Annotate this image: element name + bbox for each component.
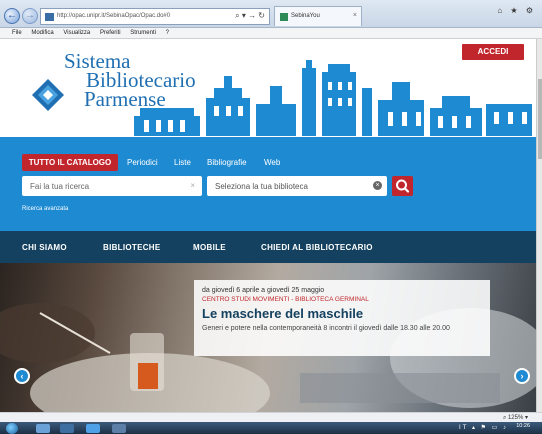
scrollbar-thumb[interactable] [538, 79, 542, 159]
tab-web[interactable]: Web [264, 158, 280, 167]
search-icon [396, 179, 410, 193]
event-title[interactable]: Le maschere del maschile [202, 306, 482, 321]
tab-tutto-il-catalogo[interactable]: TUTTO IL CATALOGO [22, 154, 118, 171]
event-card[interactable]: da giovedì 6 aprile a giovedì 25 maggio … [194, 280, 490, 356]
address-url[interactable]: http://opac.unipr.it/SebinaOpac/Opac.do#… [57, 13, 170, 19]
tab-periodici[interactable]: Periodici [127, 158, 158, 167]
vertical-scrollbar[interactable] [536, 39, 542, 413]
search-input[interactable]: Fai la tua ricerca × [22, 176, 202, 196]
browser-tab[interactable]: SebinaYou × [274, 6, 362, 26]
menu-strumenti[interactable]: Strumenti [130, 30, 156, 36]
event-organizer: CENTRO STUDI MOVIMENTI - BIBLIOTECA GERM… [202, 296, 369, 303]
windows-taskbar: IT ▴ ⚑ ▭ ♪ 10:26 [0, 422, 542, 434]
back-arrow-icon[interactable]: ← [4, 8, 20, 24]
browser-menubar: File Modifica Visualizza Preferiti Strum… [0, 28, 542, 39]
nav-mobile[interactable]: MOBILE [193, 243, 226, 252]
search-input-placeholder: Fai la tua ricerca [30, 182, 90, 191]
menu-preferiti[interactable]: Preferiti [100, 30, 121, 36]
advanced-search-link[interactable]: Ricerca avanzata [22, 206, 68, 212]
city-skyline-illustration [134, 60, 532, 136]
start-button[interactable] [6, 423, 18, 434]
event-date: da giovedì 6 aprile a giovedì 25 maggio [202, 287, 325, 294]
explorer-taskbar-icon[interactable] [36, 424, 50, 433]
library-select-placeholder: Seleziona la tua biblioteca [215, 182, 308, 191]
taskbar-clock[interactable]: 10:26 [516, 423, 530, 429]
library-select[interactable]: Seleziona la tua biblioteca × [207, 176, 387, 196]
address-controls[interactable]: ⌕ ▾ → ↻ [235, 11, 265, 21]
media-taskbar-icon[interactable] [60, 424, 74, 433]
search-button[interactable] [392, 176, 413, 196]
site-favicon-icon [45, 13, 54, 21]
menu-file[interactable]: File [12, 30, 22, 36]
nav-chiedi-al-bibliotecario[interactable]: CHIEDI AL BIBLIOTECARIO [261, 243, 373, 252]
slider-prev-icon[interactable]: ‹ [14, 368, 30, 384]
clear-library-icon[interactable]: × [373, 181, 382, 190]
tab-favicon-icon [280, 13, 288, 21]
main-navigation: CHI SIAMO BIBLIOTECHE MOBILE CHIEDI AL B… [0, 231, 536, 263]
event-description: Generi e potere nella contemporaneità 8 … [202, 325, 450, 332]
tab-title: SebinaYou [291, 13, 320, 19]
browser-window: ← → http://opac.unipr.it/SebinaOpac/Opac… [0, 0, 542, 434]
book-logo-icon [32, 79, 64, 111]
tab-liste[interactable]: Liste [174, 158, 191, 167]
address-bar[interactable]: http://opac.unipr.it/SebinaOpac/Opac.do#… [40, 8, 270, 25]
menu-visualizza[interactable]: Visualizza [63, 30, 90, 36]
browser-titlebar: ← → http://opac.unipr.it/SebinaOpac/Opac… [0, 0, 542, 28]
clear-search-icon[interactable]: × [190, 181, 195, 190]
app-taskbar-icon[interactable] [112, 424, 126, 433]
nav-biblioteche[interactable]: BIBLIOTECHE [103, 243, 161, 252]
menu-help[interactable]: ? [166, 30, 169, 36]
slider-next-icon[interactable]: › [514, 368, 530, 384]
nav-chi-siamo[interactable]: CHI SIAMO [22, 243, 67, 252]
forward-arrow-icon[interactable]: → [22, 8, 38, 24]
browser-toolbar-icons[interactable]: ⌂ ★ ⚙ [497, 6, 536, 15]
menu-modifica[interactable]: Modifica [31, 30, 53, 36]
tab-bibliografie[interactable]: Bibliografie [207, 158, 247, 167]
system-tray[interactable]: IT ▴ ⚑ ▭ ♪ [459, 424, 508, 431]
internet-explorer-taskbar-icon[interactable] [86, 424, 100, 433]
tab-close-icon[interactable]: × [353, 12, 357, 19]
browser-statusbar: ⌕ 125% ▾ [0, 412, 542, 422]
zoom-level[interactable]: ⌕ 125% ▾ [503, 414, 528, 422]
